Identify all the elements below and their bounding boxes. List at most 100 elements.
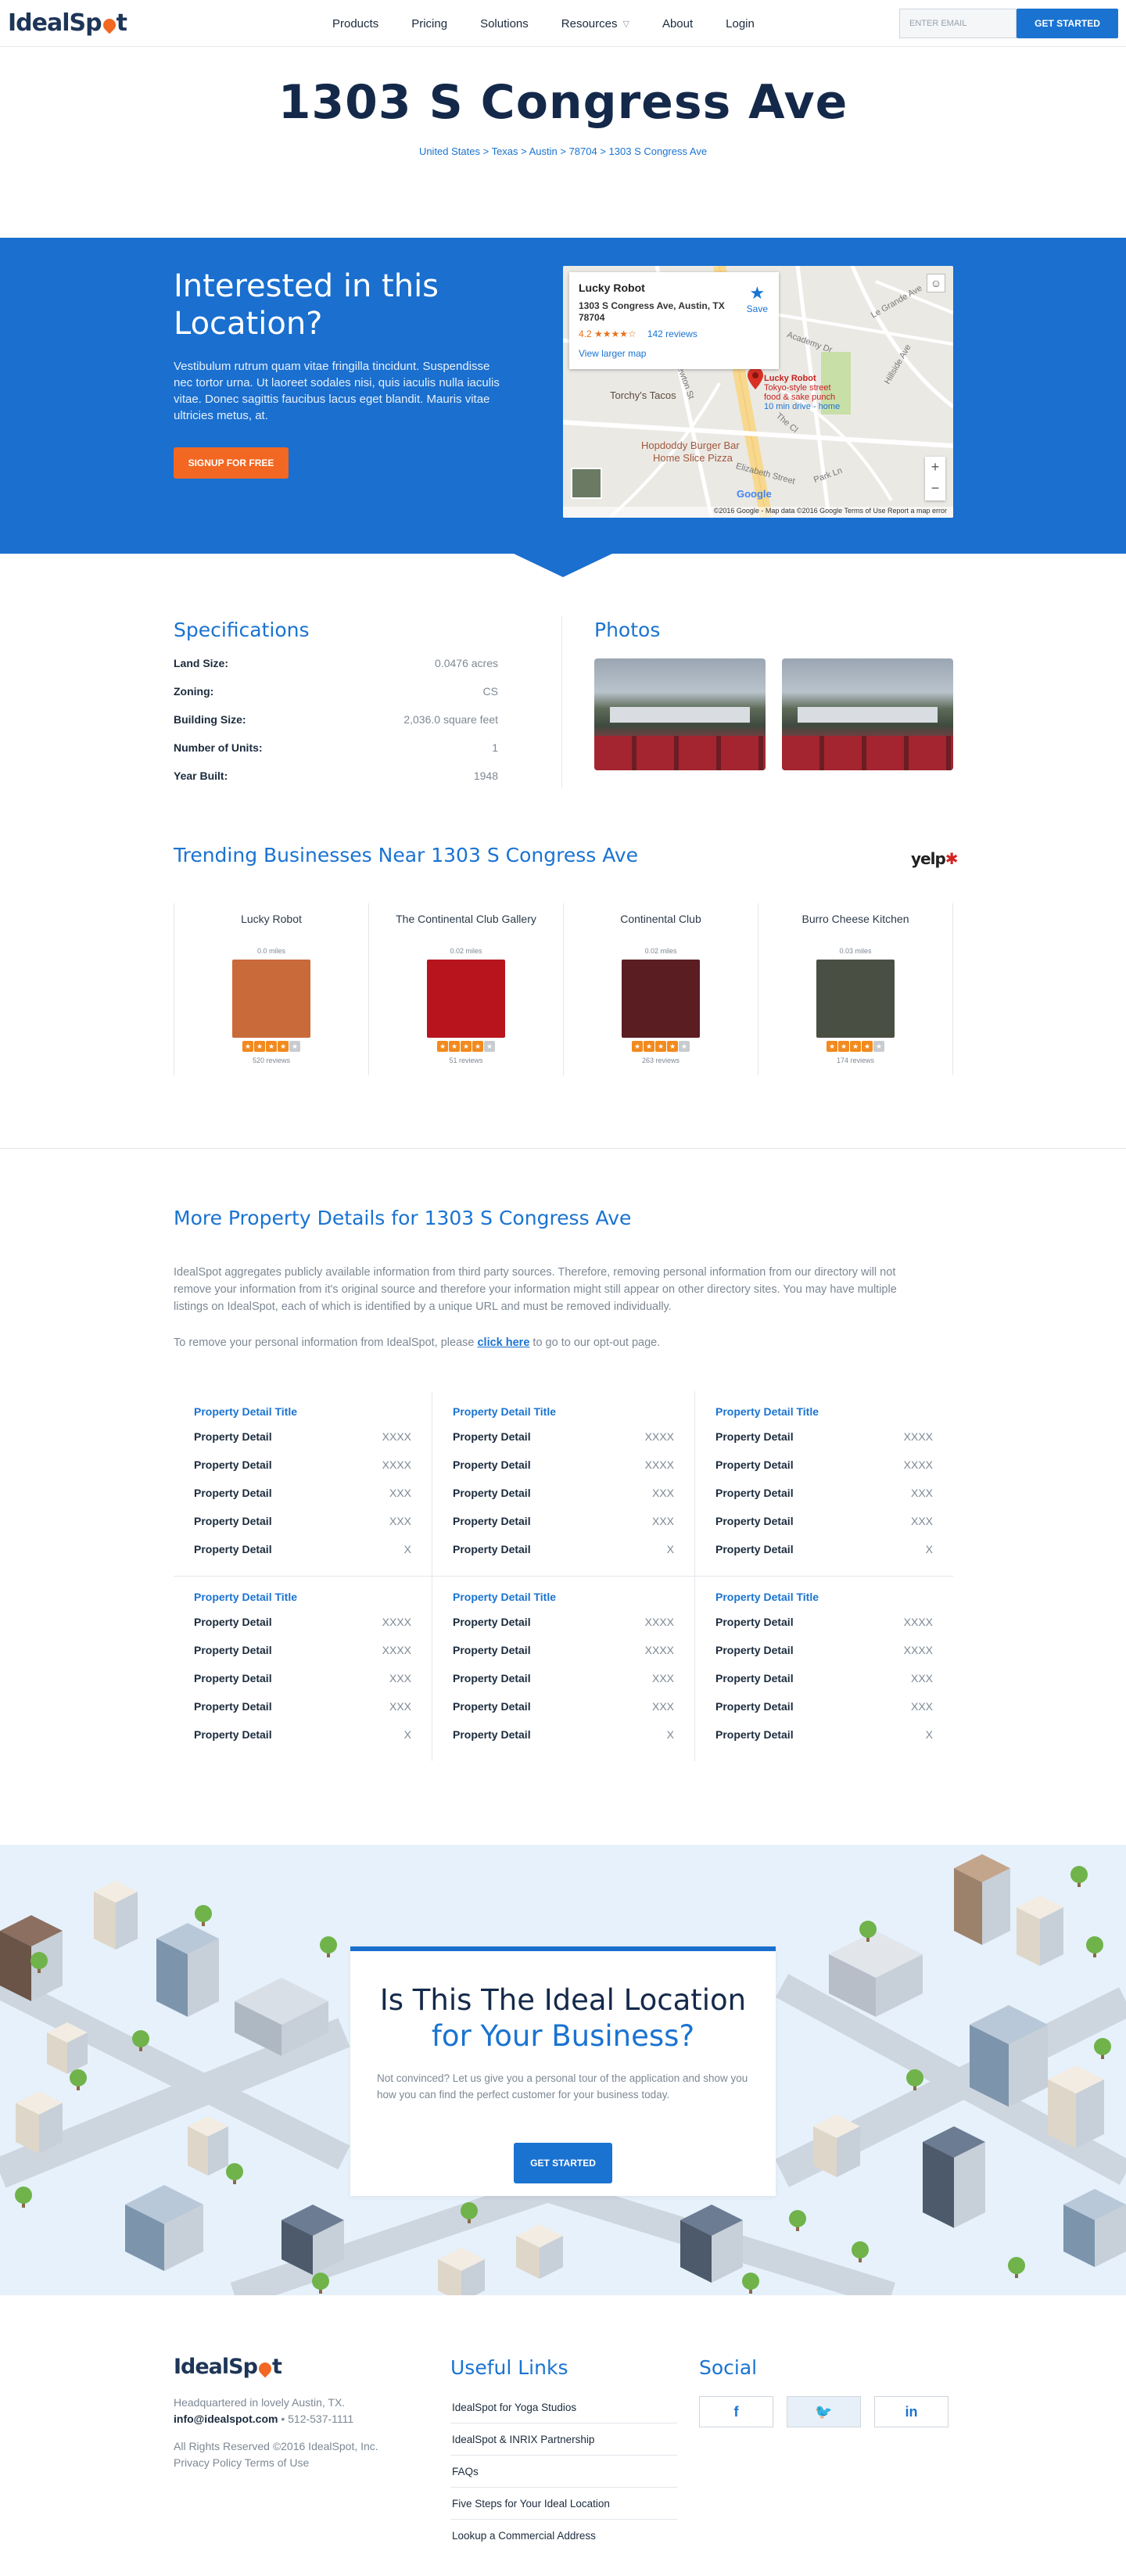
zoom-out-button[interactable]: − [925, 478, 945, 499]
place-address: 1303 S Congress Ave, Austin, TX 78704 [579, 300, 725, 323]
detail-row: Property Detail XXX [453, 1487, 674, 1499]
business-card[interactable]: The Continental Club Gallery 0.02 miles … [369, 903, 564, 1075]
tree [1070, 1866, 1088, 1883]
business-name[interactable]: Lucky Robot [174, 913, 368, 925]
detail-row: Property Detail XXXX [453, 1430, 674, 1443]
tree [1008, 2257, 1025, 2274]
star-icon: ★ [679, 1041, 690, 1052]
twitter-icon[interactable]: 🐦 [787, 2396, 861, 2427]
business-distance: 0.02 miles [450, 947, 482, 955]
interest-band: Interested in this Location? Vestibulum … [0, 238, 1126, 577]
footer-link[interactable]: FAQs [450, 2456, 677, 2488]
star-rating: ★ ★ ★ ★ ★ [564, 1041, 758, 1052]
star-icon: ★ [827, 1041, 837, 1052]
reviews-link[interactable]: 142 reviews [647, 328, 697, 339]
tree [742, 2273, 759, 2290]
footer-logo[interactable]: IdealSp t [174, 2355, 282, 2379]
tree [15, 2187, 32, 2204]
opt-out-text: To remove your personal information from… [174, 1336, 661, 1349]
nav-resources[interactable]: Resources ▽ [561, 17, 629, 30]
star-icon: ★ [838, 1041, 849, 1052]
business-name[interactable]: Continental Club [564, 913, 758, 925]
tree [1086, 1936, 1103, 1954]
email-field[interactable]: ENTER EMAIL [899, 9, 1017, 38]
nav-login[interactable]: Login [726, 17, 755, 30]
nav-solutions[interactable]: Solutions [480, 17, 529, 30]
tree [1094, 2038, 1111, 2055]
star-icon: ★ [449, 1041, 460, 1052]
detail-row: Property Detail XXX [715, 1700, 933, 1713]
place-rating: 4.2 ★★★★☆ 142 reviews [579, 328, 697, 339]
detail-row: Property Detail XXX [715, 1515, 933, 1527]
linkedin-icon[interactable]: in [874, 2396, 948, 2427]
tree [132, 2030, 149, 2047]
business-card[interactable]: Lucky Robot 0.0 miles ★ ★ ★ ★ ★ 520 reviews [174, 903, 369, 1075]
business-reviews: 520 reviews [252, 1057, 291, 1064]
detail-row: Property Detail X [715, 1728, 933, 1741]
detail-row: Property Detail X [453, 1543, 674, 1555]
property-detail-grid: Property Detail Title Property Detail XXXX… [174, 1391, 953, 1761]
nav-about[interactable]: About [662, 17, 693, 30]
detail-block-title: Property Detail Title [715, 1405, 819, 1418]
view-larger-map-link[interactable]: View larger map [579, 348, 769, 359]
footer-link[interactable]: Lookup a Commercial Address [450, 2520, 677, 2552]
detail-block: Property Detail Title Property Detail XXXX… [695, 1577, 953, 1761]
zoom-control: + − [925, 457, 945, 500]
business-photo[interactable] [232, 960, 310, 1038]
title-section: 1303 S Congress Ave United States > Texa… [0, 47, 1126, 238]
specs-heading: Specifications [174, 619, 310, 641]
detail-row: Property Detail XXX [194, 1515, 411, 1527]
social-heading: Social [699, 2356, 758, 2379]
specs-list: Land Size: 0.0476 acres Zoning: CS Buildin… [174, 649, 498, 790]
cta-get-started-button[interactable]: GET STARTED [514, 2143, 612, 2183]
footer-link[interactable]: Five Steps for Your Ideal Location [450, 2488, 677, 2520]
brand-name: IdealSp [8, 9, 102, 37]
property-photo[interactable] [782, 658, 953, 770]
opt-out-link[interactable]: click here [477, 1336, 529, 1349]
copyright: All Rights Reserved ©2016 IdealSpot, Inc… [174, 2440, 378, 2452]
business-name[interactable]: Burro Cheese Kitchen [758, 913, 952, 925]
business-photo[interactable] [622, 960, 700, 1038]
business-reviews: 51 reviews [449, 1057, 483, 1064]
facebook-icon[interactable]: f [699, 2396, 773, 2427]
details-heading: More Property Details for 1303 S Congres… [174, 1207, 632, 1229]
detail-row: Property Detail XXXX [453, 1458, 674, 1471]
map-pin-icon[interactable] [748, 368, 763, 389]
user-avatar-icon[interactable]: ☺ [927, 274, 945, 292]
business-photo[interactable] [427, 960, 505, 1038]
breadcrumb[interactable]: United States > Texas > Austin > 78704 >… [0, 145, 1126, 157]
detail-row: Property Detail XXX [194, 1487, 411, 1499]
detail-block: Property Detail Title Property Detail XXXX… [695, 1391, 953, 1576]
location-map[interactable]: Torchy's Tacos Hopdoddy Burger Bar Home … [563, 266, 953, 518]
nav-pricing[interactable]: Pricing [411, 17, 447, 30]
footer-link[interactable]: IdealSpot for Yoga Studios [450, 2391, 677, 2424]
cta-body: Not convinced? Let us give you a persona… [377, 2072, 748, 2101]
brand-logo[interactable]: IdealSp t [8, 9, 127, 37]
satellite-toggle[interactable] [571, 468, 602, 499]
trending-heading: Trending Businesses Near 1303 S Congress… [174, 844, 639, 866]
yelp-burst-icon: ✱ [945, 849, 959, 868]
detail-row: Property Detail X [194, 1543, 411, 1555]
detail-row: Property Detail XXXX [194, 1616, 411, 1628]
detail-row: Property Detail X [453, 1728, 674, 1741]
tree [859, 1921, 877, 1938]
detail-block-title: Property Detail Title [194, 1405, 298, 1418]
signup-free-button[interactable]: SIGNUP FOR FREE [174, 447, 289, 479]
detail-row: Property Detail XXX [194, 1672, 411, 1684]
footer-email[interactable]: info@idealspot.com [174, 2413, 278, 2425]
business-card[interactable]: Continental Club 0.02 miles ★ ★ ★ ★ ★ 263 re… [564, 903, 758, 1075]
detail-block: Property Detail Title Property Detail XXXX… [432, 1577, 695, 1761]
business-name[interactable]: The Continental Club Gallery [369, 913, 563, 925]
nav-products[interactable]: Products [332, 17, 378, 30]
get-started-button[interactable]: GET STARTED [1017, 9, 1118, 38]
property-photo[interactable] [594, 658, 766, 770]
footer-link[interactable]: IdealSpot & INRIX Partnership [450, 2424, 677, 2456]
zoom-in-button[interactable]: + [925, 457, 945, 478]
google-logo: Google [737, 488, 772, 500]
pin-icon [100, 16, 118, 34]
policy-links[interactable]: Privacy Policy Terms of Use [174, 2455, 378, 2471]
business-card[interactable]: Burro Cheese Kitchen 0.03 miles ★ ★ ★ ★ ★ 17… [758, 903, 952, 1075]
business-photo[interactable] [816, 960, 895, 1038]
star-icon: ★ [437, 1041, 448, 1052]
save-button[interactable]: ★ Save [747, 283, 768, 314]
